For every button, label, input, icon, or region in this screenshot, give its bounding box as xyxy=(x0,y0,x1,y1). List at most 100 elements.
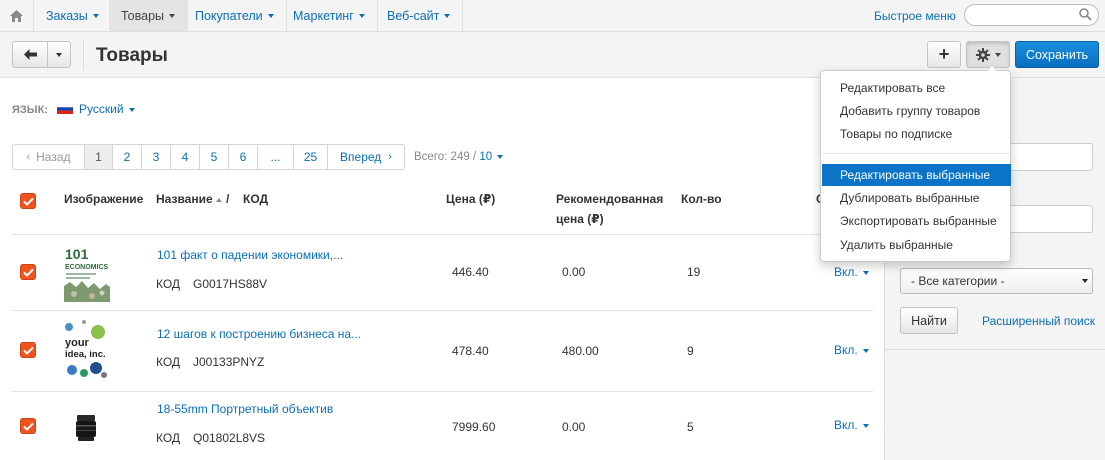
chevron-down-icon xyxy=(56,52,62,57)
column-header-quantity[interactable]: Кол-во xyxy=(681,192,722,206)
menu-item-duplicate-selected[interactable]: Дублировать выбранные xyxy=(822,187,1011,209)
search-input[interactable] xyxy=(964,4,1099,26)
product-name-link[interactable]: 18-55mm Портретный объектив xyxy=(157,402,333,416)
pagination-next[interactable]: Вперед › xyxy=(328,145,404,169)
product-thumbnail[interactable]: 101 ECONOMICS xyxy=(64,246,110,302)
product-code: Q01802L8VS xyxy=(193,431,266,445)
gear-icon xyxy=(975,47,990,62)
row-checkbox[interactable] xyxy=(20,342,36,358)
total-count: Всего: 249 / 10 xyxy=(414,151,504,163)
menu-item-add-product-group[interactable]: Добавить группу товаров xyxy=(822,100,1011,122)
product-thumbnail[interactable] xyxy=(74,414,98,442)
checkmark-icon xyxy=(22,422,34,431)
arrow-left-icon xyxy=(23,49,37,60)
checkmark-icon xyxy=(22,346,34,355)
per-page-selector[interactable]: 10 xyxy=(479,151,504,163)
nav-marketing[interactable]: Маркетинг xyxy=(281,0,378,31)
search-icon xyxy=(1079,8,1092,21)
menu-item-export-selected[interactable]: Экспортировать выбранные xyxy=(822,210,1011,232)
chevron-down-icon xyxy=(444,13,451,18)
product-thumbnail[interactable]: your idea, inc. xyxy=(64,318,110,380)
chevron-down-icon xyxy=(267,13,274,18)
sidebar-divider xyxy=(884,349,1105,350)
product-quantity[interactable]: 5 xyxy=(687,420,694,434)
menu-item-edit-selected[interactable]: Редактировать выбранные xyxy=(822,164,1011,186)
toolbar-divider xyxy=(83,40,84,70)
pagination-page[interactable]: 6 xyxy=(229,145,258,169)
back-dropdown-button[interactable] xyxy=(47,41,71,68)
chevron-down-icon xyxy=(497,154,504,159)
home-icon xyxy=(10,9,23,22)
back-button[interactable] xyxy=(12,41,48,68)
russia-flag-icon xyxy=(57,104,73,114)
chevron-down-icon xyxy=(92,13,99,18)
add-product-button[interactable]: + xyxy=(927,41,961,68)
pagination-page[interactable]: 1 xyxy=(85,145,113,169)
status-dropdown[interactable]: Вкл. xyxy=(834,265,869,279)
pagination-page[interactable]: 3 xyxy=(142,145,171,169)
code-label: КОД xyxy=(156,277,181,291)
thumbnail-book-title: your xyxy=(65,337,90,349)
product-quantity[interactable]: 9 xyxy=(687,344,694,358)
language-selector[interactable]: Русский xyxy=(79,102,135,116)
product-recommended-price[interactable]: 0.00 xyxy=(562,265,585,279)
table-divider xyxy=(12,391,873,392)
menu-item-delete-selected[interactable]: Удалить выбранные xyxy=(822,234,1011,256)
category-select[interactable]: - Все категории - xyxy=(900,268,1093,294)
thumbnail-book-subtitle: ECONOMICS xyxy=(65,264,109,271)
column-header-code[interactable]: КОД xyxy=(243,192,268,206)
language-label: ЯЗЫК: xyxy=(12,104,48,116)
product-price[interactable]: 7999.60 xyxy=(452,420,495,434)
product-quantity[interactable]: 19 xyxy=(687,265,700,279)
nav-products[interactable]: Товары xyxy=(109,0,188,31)
nav-customers[interactable]: Покупатели xyxy=(183,0,287,31)
save-button[interactable]: Сохранить xyxy=(1015,41,1099,68)
column-header-name[interactable]: Название xyxy=(156,192,222,206)
product-name-link[interactable]: 101 факт о падении экономики,... xyxy=(157,248,343,262)
thumbnail-book-title: 101 xyxy=(65,246,89,262)
chevron-left-icon: ‹ xyxy=(26,151,31,163)
chevron-right-icon: › xyxy=(388,151,392,163)
product-recommended-price[interactable]: 0.00 xyxy=(562,420,585,434)
settings-menu-button[interactable] xyxy=(966,41,1010,68)
column-header-recommended-price[interactable]: Рекомендованная цена (₽) xyxy=(556,192,663,226)
menu-item-edit-all[interactable]: Редактировать все xyxy=(822,77,1011,99)
quick-menu-link[interactable]: Быстрое меню xyxy=(874,9,956,23)
row-checkbox[interactable] xyxy=(20,264,36,280)
status-dropdown[interactable]: Вкл. xyxy=(834,343,869,357)
sort-asc-icon xyxy=(215,197,222,202)
table-divider xyxy=(12,234,873,235)
product-price[interactable]: 446.40 xyxy=(452,265,489,279)
pagination-prev[interactable]: ‹ Назад xyxy=(13,145,85,169)
status-dropdown[interactable]: Вкл. xyxy=(834,418,869,432)
row-checkbox[interactable] xyxy=(20,418,36,434)
chevron-down-icon xyxy=(169,13,175,18)
pagination-ellipsis[interactable]: ... xyxy=(258,145,294,169)
product-code: J00133PNYZ xyxy=(193,355,265,369)
nav-orders[interactable]: Заказы xyxy=(34,0,112,31)
select-all-checkbox[interactable] xyxy=(20,193,36,209)
advanced-search-link[interactable]: Расширенный поиск xyxy=(982,314,1095,328)
pagination-page[interactable]: 25 xyxy=(294,145,328,169)
checkmark-icon xyxy=(22,197,34,206)
chevron-down-icon xyxy=(862,270,869,275)
chevron-down-icon xyxy=(862,423,869,428)
table-divider xyxy=(12,310,873,311)
chevron-down-icon xyxy=(862,348,869,353)
menu-divider xyxy=(822,153,1011,154)
find-button[interactable]: Найти xyxy=(900,307,958,334)
checkmark-icon xyxy=(22,268,34,277)
pagination-page[interactable]: 5 xyxy=(200,145,229,169)
dropdown-pointer xyxy=(986,65,998,71)
column-header-price[interactable]: Цена (₽) xyxy=(446,192,495,206)
pagination-page[interactable]: 2 xyxy=(113,145,142,169)
pagination-page[interactable]: 4 xyxy=(171,145,200,169)
select-arrows-icon xyxy=(1078,269,1092,293)
menu-item-subscription-products[interactable]: Товары по подписке xyxy=(822,123,1011,145)
home-button[interactable] xyxy=(0,0,34,31)
nav-website[interactable]: Веб-сайт xyxy=(375,0,464,31)
product-name-link[interactable]: 12 шагов к построению бизнеса на... xyxy=(157,327,361,341)
product-recommended-price[interactable]: 480.00 xyxy=(562,344,599,358)
pagination: ‹ Назад 1 2 3 4 5 6 ... 25 Вперед › xyxy=(12,144,405,170)
product-price[interactable]: 478.40 xyxy=(452,344,489,358)
